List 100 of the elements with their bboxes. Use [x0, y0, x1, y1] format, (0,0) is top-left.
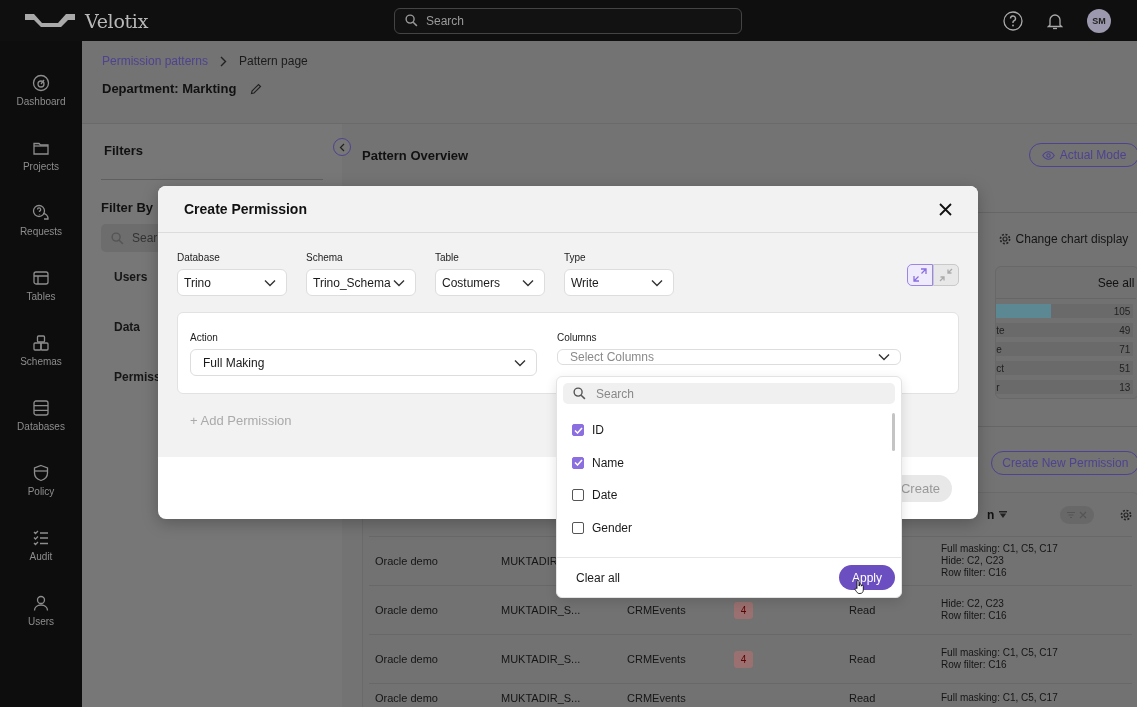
bar-label: r — [996, 381, 1000, 393]
logo-icon — [25, 14, 75, 27]
collapse-icon — [939, 268, 953, 282]
column-option[interactable]: Name — [572, 446, 624, 479]
filters-title: Filters — [104, 143, 143, 160]
clear-all-button[interactable]: Clear all — [576, 570, 620, 585]
eye-icon — [1041, 150, 1055, 160]
rules-text: Full masking: C1, C5, C17 Hide: C2, C23 Row filter: C16 — [941, 543, 1059, 579]
select-dropdown[interactable]: Costumers — [435, 269, 545, 296]
sidebar-item[interactable]: Audit — [0, 529, 82, 594]
bar-label: ct — [996, 362, 1005, 374]
checkbox[interactable] — [572, 424, 584, 437]
sidebar-item[interactable]: Requests — [0, 204, 82, 269]
checklist-icon — [32, 529, 50, 547]
column-option[interactable]: Date — [572, 479, 618, 512]
field-label: Columns — [557, 332, 598, 345]
select-dropdown[interactable]: Trino_Schema — [306, 269, 416, 296]
table-cell-text: Read — [849, 692, 877, 704]
select-dropdown[interactable]: Write — [564, 269, 674, 296]
table-cell-text: MUKTADIR_S... — [501, 604, 582, 616]
sidebar-item[interactable]: Projects — [0, 139, 82, 204]
table-cell-text: MUKTADIR_S... — [501, 653, 582, 665]
filter-by-label: Filter By — [101, 200, 153, 215]
apply-button[interactable]: Apply — [838, 565, 895, 590]
user-avatar[interactable]: SM — [1087, 8, 1111, 33]
search-icon — [111, 231, 124, 245]
chevron-right-icon — [220, 55, 228, 67]
search-icon — [405, 14, 418, 27]
field-label: Database — [177, 252, 221, 265]
column-search-field[interactable]: Search — [563, 383, 895, 404]
rules-text: Full masking: C1, C5, C17 Row filter: C16 — [941, 647, 1059, 671]
collapse-toggle[interactable] — [933, 264, 959, 286]
field-label: Action — [190, 332, 219, 345]
caret-icon — [264, 278, 276, 287]
dialog-title: Create Permission — [184, 201, 307, 217]
sidebar-item[interactable]: Schemas — [0, 334, 82, 399]
shield-icon — [32, 464, 50, 482]
table-cell-text: MUKTADIR_S... — [501, 692, 582, 704]
sidebar-item[interactable]: Tables — [0, 269, 82, 334]
change-chart-display-button[interactable]: Change chart display — [998, 231, 1137, 247]
question-bubble-icon — [32, 204, 50, 222]
table-cell-text: Oracle demo — [375, 604, 439, 616]
sidebar-item[interactable]: Users — [0, 594, 82, 659]
bar-label: e — [996, 343, 1002, 355]
field-label: Schema — [306, 252, 344, 265]
close-button[interactable] — [939, 202, 952, 216]
checkbox[interactable] — [572, 521, 584, 534]
caret-icon — [393, 278, 405, 287]
caret-icon — [522, 278, 534, 287]
rules-text: Hide: C2, C23 Row filter: C16 — [941, 598, 1008, 622]
notification-bell-icon[interactable] — [1047, 11, 1063, 30]
select-dropdown[interactable]: Trino — [177, 269, 287, 296]
table-cell-text: Oracle demo — [375, 692, 439, 704]
see-all-link[interactable]: See all — [1097, 275, 1135, 290]
table-cell-text: Read — [849, 604, 877, 616]
edit-pencil-icon[interactable] — [250, 82, 263, 95]
table-icon — [32, 269, 50, 287]
page-title: Department: Markting — [102, 81, 237, 96]
help-icon[interactable] — [1003, 10, 1023, 31]
columns-select[interactable]: Select Columns — [557, 349, 901, 365]
caret-icon — [878, 353, 890, 361]
sidebar-item[interactable]: Policy — [0, 464, 82, 529]
settings-icon[interactable] — [1120, 508, 1133, 521]
caret-icon — [514, 358, 526, 367]
field-label: Type — [564, 252, 587, 265]
table-cell-text: MUKTADIR — [501, 555, 559, 567]
sidebar-item[interactable]: Databases — [0, 399, 82, 464]
bar-value: 71 — [1119, 343, 1131, 355]
column-header[interactable]: n — [987, 507, 995, 522]
bar-label: te — [996, 324, 1005, 336]
caret-icon — [651, 278, 663, 287]
checkmark-icon — [573, 426, 583, 434]
action-select[interactable]: Full Making — [190, 349, 537, 376]
column-option[interactable]: Gender — [572, 511, 633, 544]
column-option[interactable]: ID — [572, 414, 604, 447]
section-title: Pattern Overview — [362, 147, 469, 163]
blocks-icon — [32, 334, 50, 352]
table-cell-text: Oracle demo — [375, 653, 439, 665]
bar-value: 105 — [1113, 305, 1131, 317]
search-field[interactable]: Search — [394, 7, 742, 34]
expand-toggle[interactable] — [907, 264, 933, 286]
table-cell-text: CRMEvents — [627, 604, 687, 616]
breadcrumb-current: Pattern page — [239, 54, 308, 68]
bar-value: 51 — [1119, 362, 1131, 374]
chevron-left-icon — [339, 142, 345, 152]
brand-name: Velotix — [85, 9, 149, 32]
bar-value: 49 — [1119, 324, 1131, 336]
rules-text: Full masking: C1, C5, C17 — [941, 692, 1059, 704]
table-cell-text: Oracle demo — [375, 555, 439, 567]
expand-icon — [913, 268, 927, 282]
table-cell-text: CRMEvents — [627, 692, 687, 704]
scrollbar[interactable] — [892, 413, 895, 451]
sort-icon[interactable] — [999, 511, 1008, 518]
gear-icon — [998, 233, 1011, 245]
count-badge: 4 — [734, 650, 753, 668]
checkbox[interactable] — [572, 489, 584, 502]
bar-value: 13 — [1119, 381, 1131, 393]
count-badge: 4 — [734, 601, 753, 619]
sidebar-item[interactable]: Dashboard — [0, 74, 82, 139]
checkbox[interactable] — [572, 456, 584, 469]
